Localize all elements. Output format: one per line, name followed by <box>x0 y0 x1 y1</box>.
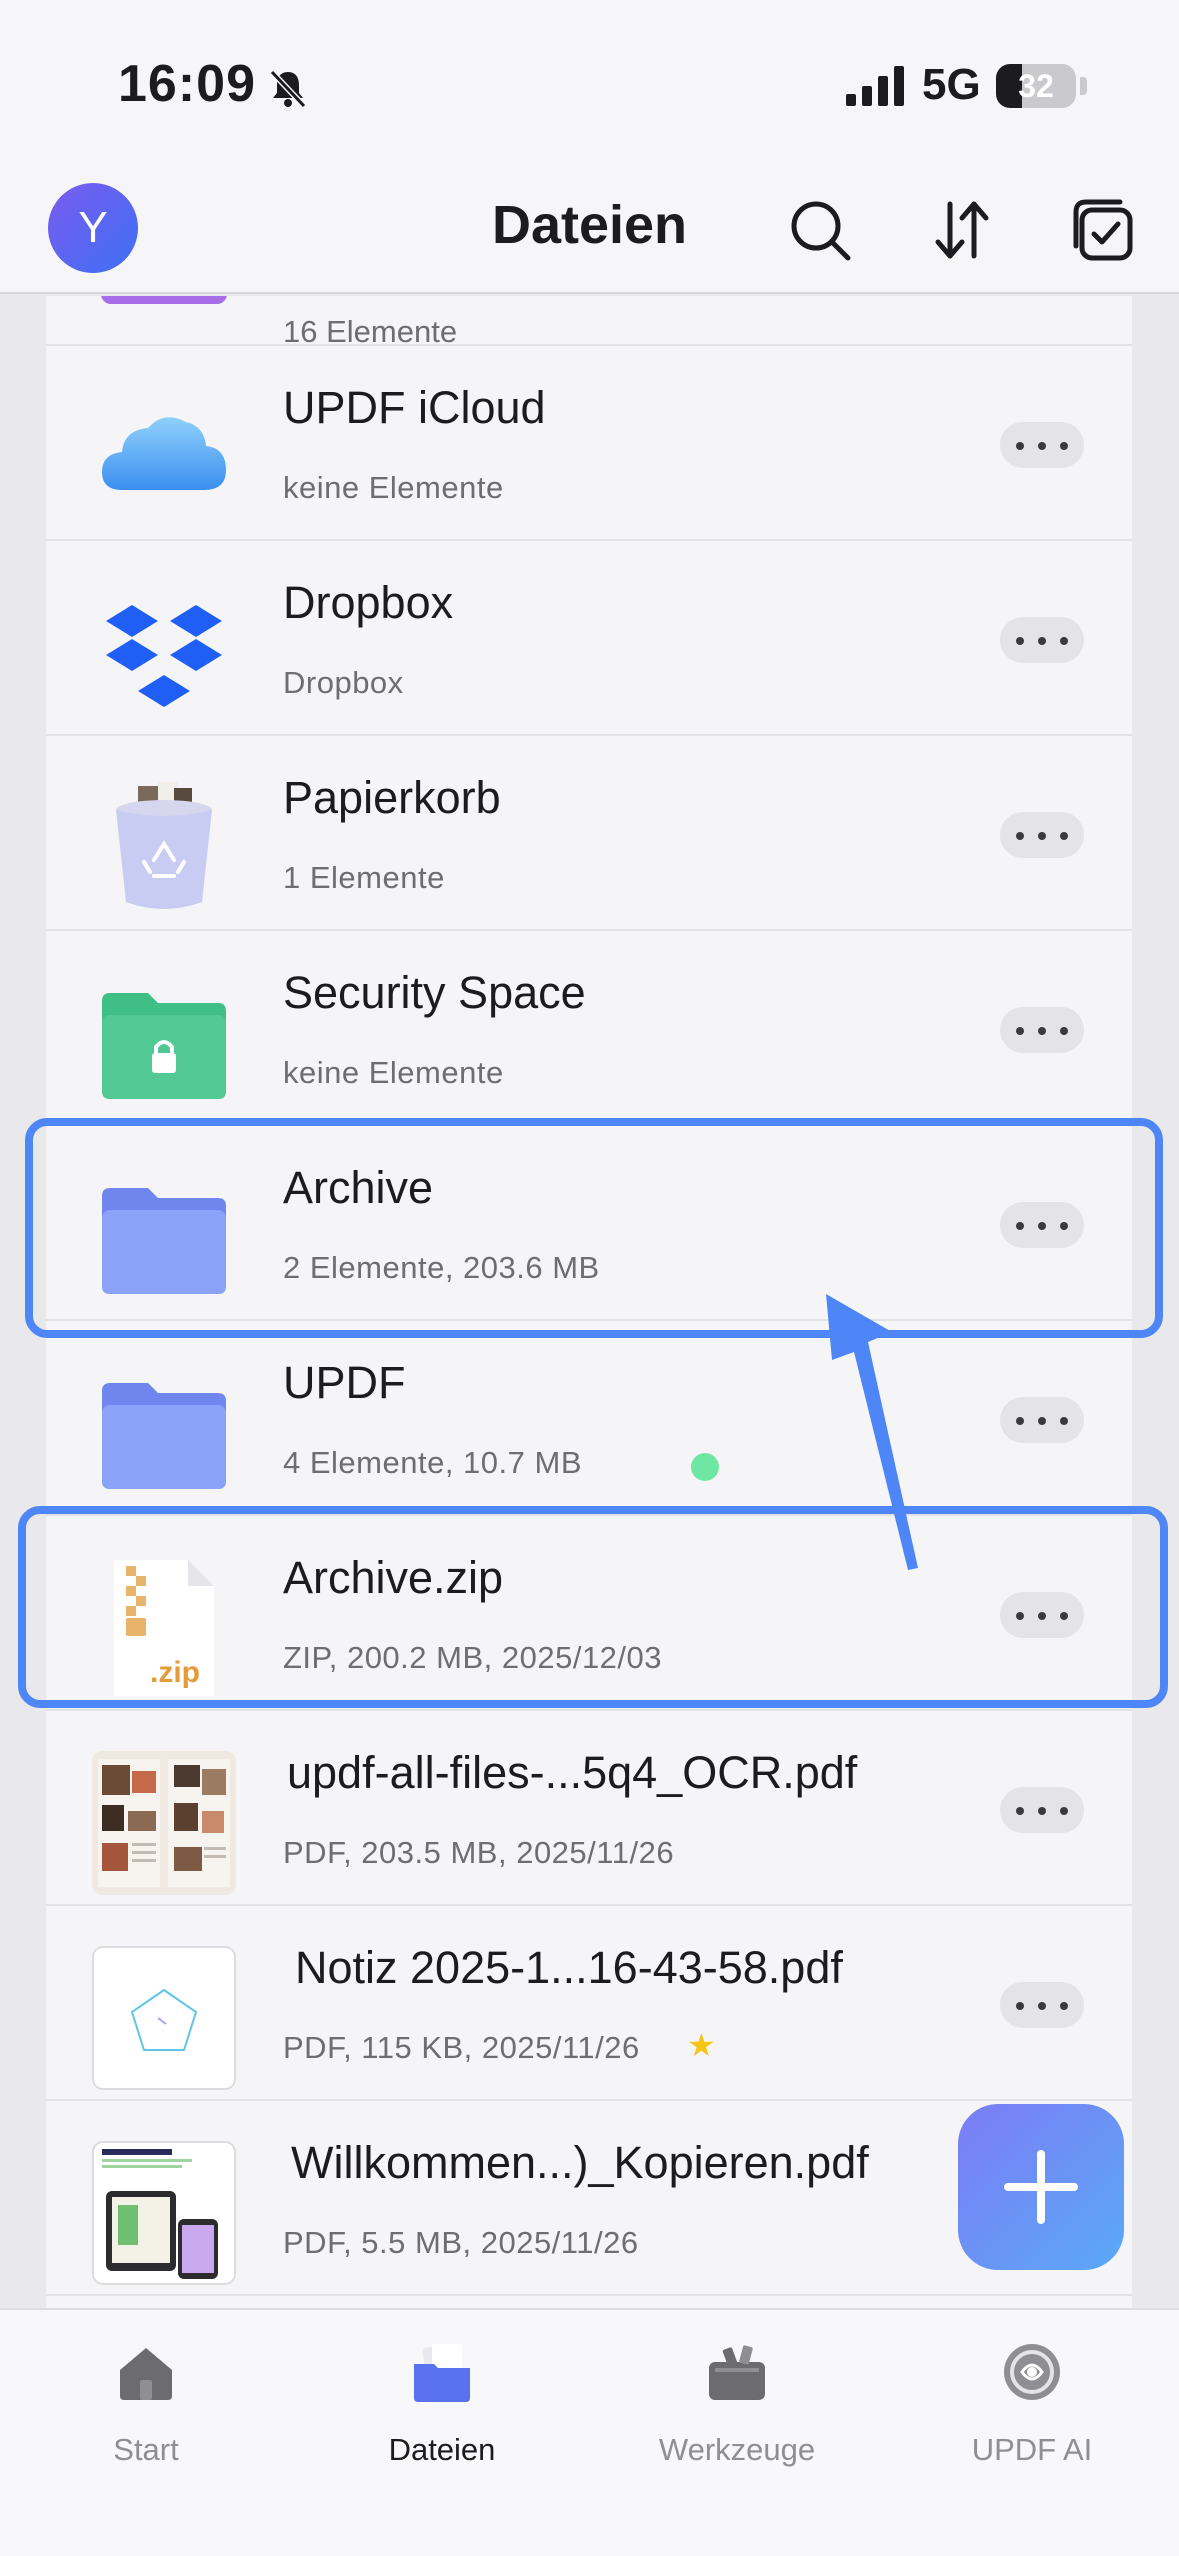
item-name: Willkommen...)_Kopieren.pdf <box>291 2137 869 2188</box>
sort-button[interactable] <box>924 192 1000 268</box>
add-button[interactable] <box>958 2104 1124 2270</box>
list-item-pdf[interactable]: updf-all-files-...5q4_OCR.pdf PDF, 203.5… <box>46 1711 1132 1906</box>
item-meta: 1 Elemente <box>283 860 445 895</box>
plus-icon <box>1004 2150 1078 2224</box>
item-meta: PDF, 203.5 MB, 2025/11/26 <box>283 1835 675 1870</box>
item-meta: keine Elemente <box>283 1055 504 1090</box>
tab-tools[interactable]: Werkzeuge <box>617 2330 857 2490</box>
select-button[interactable] <box>1064 192 1140 268</box>
item-name: Papierkorb <box>283 772 501 823</box>
ai-icon <box>1000 2340 1064 2404</box>
battery-percent: 32 <box>1018 68 1054 104</box>
battery-cap <box>1080 77 1087 95</box>
battery-icon: 32 <box>996 64 1076 108</box>
item-name: Dropbox <box>283 577 454 628</box>
item-meta: PDF, 5.5 MB, 2025/11/26 <box>283 2225 639 2260</box>
folder-icon <box>92 1361 236 1505</box>
list-item-updf-icloud[interactable]: UPDF iCloud keine Elemente <box>46 346 1132 541</box>
home-icon <box>114 2340 178 2404</box>
pdf-thumbnail <box>92 1946 236 2090</box>
muted-bell-icon <box>269 69 307 109</box>
tab-updf-ai[interactable]: UPDF AI <box>912 2330 1152 2490</box>
item-meta: PDF, 115 KB, 2025/11/26 <box>283 2030 640 2065</box>
item-name: Security Space <box>283 967 586 1018</box>
search-icon <box>791 201 851 261</box>
sync-status-dot <box>691 1453 719 1481</box>
more-button[interactable] <box>1000 1397 1084 1443</box>
tab-files[interactable]: Dateien <box>322 2330 562 2490</box>
list-item-updf-folder[interactable]: UPDF 4 Elemente, 10.7 MB <box>46 1321 1132 1516</box>
more-button[interactable] <box>1000 1982 1084 2028</box>
annotation-arrow <box>826 1294 918 1570</box>
dropbox-icon <box>92 581 236 725</box>
more-button[interactable] <box>1000 1007 1084 1053</box>
pdf-thumbnail <box>92 2141 236 2285</box>
page-title: Dateien <box>491 195 688 255</box>
cellular-signal-icon <box>846 66 904 106</box>
pdf-thumbnail <box>92 1751 236 1895</box>
app-header: Y Dateien <box>0 170 1179 294</box>
item-meta: keine Elemente <box>283 470 504 505</box>
tools-icon <box>705 2340 769 2404</box>
highlight-box-archive-zip <box>18 1506 1168 1708</box>
highlight-box-archive-folder <box>25 1118 1163 1338</box>
select-icon <box>1073 199 1133 261</box>
more-button[interactable] <box>1000 617 1084 663</box>
list-item-security-space[interactable]: Security Space keine Elemente <box>46 931 1132 1126</box>
tab-label: UPDF AI <box>971 2432 1093 2467</box>
list-item-note-pdf[interactable]: Notiz 2025-1...16-43-58.pdf PDF, 115 KB,… <box>46 1906 1132 2101</box>
list-item-trash[interactable]: Papierkorb 1 Elemente <box>46 736 1132 931</box>
item-meta: 16 Elemente <box>283 314 458 349</box>
more-button[interactable] <box>1000 422 1084 468</box>
list-item-dropbox[interactable]: Dropbox Dropbox <box>46 541 1132 736</box>
icloud-icon <box>92 386 236 530</box>
search-button[interactable] <box>782 192 858 268</box>
secure-folder-icon <box>92 971 236 1115</box>
item-meta: Dropbox <box>283 665 404 700</box>
status-time: 16:09 <box>118 55 256 113</box>
tab-bar: Start Dateien Werkzeuge UPDF AI <box>0 2308 1179 2556</box>
tab-label: Start <box>113 2432 179 2467</box>
tab-label: Werkzeuge <box>658 2432 816 2467</box>
tab-label: Dateien <box>388 2432 496 2467</box>
item-meta: 4 Elemente, 10.7 MB <box>283 1445 582 1480</box>
tab-start[interactable]: Start <box>26 2330 266 2490</box>
more-button[interactable] <box>1000 1787 1084 1833</box>
trash-icon <box>92 776 236 920</box>
star-icon: ★ <box>687 2027 716 2063</box>
network-type: 5G <box>922 60 981 109</box>
item-name: updf-all-files-...5q4_OCR.pdf <box>287 1747 858 1798</box>
folder-icon <box>101 296 227 304</box>
more-button[interactable] <box>1000 812 1084 858</box>
list-item[interactable]: 16 Elemente <box>46 296 1132 349</box>
status-bar: 16:09 5G 32 <box>0 0 1179 170</box>
item-name: Notiz 2025-1...16-43-58.pdf <box>295 1942 843 1993</box>
item-name: UPDF iCloud <box>283 382 546 433</box>
files-icon <box>410 2340 474 2404</box>
item-name: UPDF <box>283 1357 406 1408</box>
sort-icon <box>935 201 989 259</box>
